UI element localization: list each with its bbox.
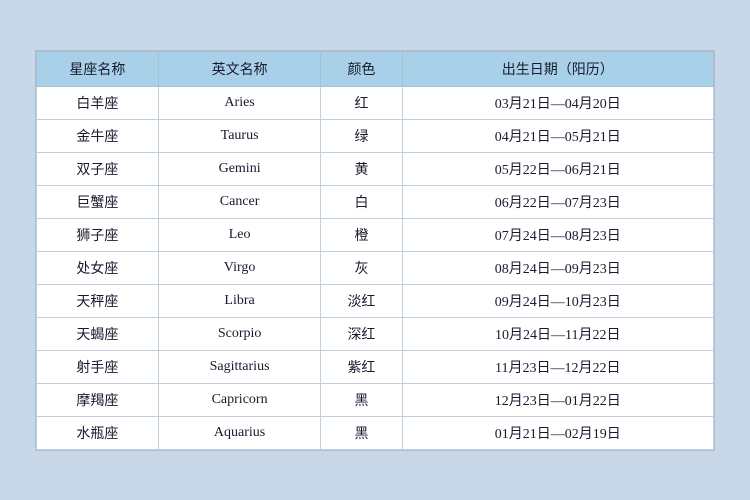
table-row: 处女座Virgo灰08月24日—09月23日: [37, 251, 714, 284]
cell-english: Scorpio: [158, 317, 320, 350]
cell-chinese: 水瓶座: [37, 416, 159, 449]
cell-date: 06月22日—07月23日: [402, 185, 713, 218]
cell-color: 黄: [321, 152, 402, 185]
cell-english: Gemini: [158, 152, 320, 185]
cell-chinese: 处女座: [37, 251, 159, 284]
cell-date: 12月23日—01月22日: [402, 383, 713, 416]
cell-english: Aquarius: [158, 416, 320, 449]
cell-color: 紫红: [321, 350, 402, 383]
table-row: 狮子座Leo橙07月24日—08月23日: [37, 218, 714, 251]
cell-date: 05月22日—06月21日: [402, 152, 713, 185]
cell-english: Sagittarius: [158, 350, 320, 383]
cell-color: 淡红: [321, 284, 402, 317]
cell-english: Taurus: [158, 119, 320, 152]
cell-chinese: 巨蟹座: [37, 185, 159, 218]
table-row: 天蝎座Scorpio深红10月24日—11月22日: [37, 317, 714, 350]
table-row: 双子座Gemini黄05月22日—06月21日: [37, 152, 714, 185]
table-row: 白羊座Aries红03月21日—04月20日: [37, 86, 714, 119]
cell-color: 黑: [321, 383, 402, 416]
header-chinese: 星座名称: [37, 51, 159, 86]
cell-date: 11月23日—12月22日: [402, 350, 713, 383]
table-row: 天秤座Libra淡红09月24日—10月23日: [37, 284, 714, 317]
cell-chinese: 狮子座: [37, 218, 159, 251]
table-row: 巨蟹座Cancer白06月22日—07月23日: [37, 185, 714, 218]
cell-date: 10月24日—11月22日: [402, 317, 713, 350]
cell-date: 04月21日—05月21日: [402, 119, 713, 152]
table-row: 水瓶座Aquarius黑01月21日—02月19日: [37, 416, 714, 449]
cell-color: 黑: [321, 416, 402, 449]
table-row: 射手座Sagittarius紫红11月23日—12月22日: [37, 350, 714, 383]
cell-date: 01月21日—02月19日: [402, 416, 713, 449]
cell-color: 橙: [321, 218, 402, 251]
cell-date: 03月21日—04月20日: [402, 86, 713, 119]
cell-date: 08月24日—09月23日: [402, 251, 713, 284]
cell-color: 白: [321, 185, 402, 218]
cell-chinese: 天秤座: [37, 284, 159, 317]
table-row: 摩羯座Capricorn黑12月23日—01月22日: [37, 383, 714, 416]
cell-date: 09月24日—10月23日: [402, 284, 713, 317]
table-header-row: 星座名称 英文名称 颜色 出生日期（阳历）: [37, 51, 714, 86]
cell-english: Cancer: [158, 185, 320, 218]
cell-date: 07月24日—08月23日: [402, 218, 713, 251]
cell-chinese: 金牛座: [37, 119, 159, 152]
header-color: 颜色: [321, 51, 402, 86]
cell-chinese: 白羊座: [37, 86, 159, 119]
cell-english: Leo: [158, 218, 320, 251]
cell-chinese: 摩羯座: [37, 383, 159, 416]
cell-color: 红: [321, 86, 402, 119]
header-date: 出生日期（阳历）: [402, 51, 713, 86]
cell-english: Libra: [158, 284, 320, 317]
cell-chinese: 天蝎座: [37, 317, 159, 350]
zodiac-table-container: 星座名称 英文名称 颜色 出生日期（阳历） 白羊座Aries红03月21日—04…: [35, 50, 715, 451]
zodiac-table: 星座名称 英文名称 颜色 出生日期（阳历） 白羊座Aries红03月21日—04…: [36, 51, 714, 450]
table-row: 金牛座Taurus绿04月21日—05月21日: [37, 119, 714, 152]
cell-english: Virgo: [158, 251, 320, 284]
cell-english: Capricorn: [158, 383, 320, 416]
header-english: 英文名称: [158, 51, 320, 86]
cell-english: Aries: [158, 86, 320, 119]
cell-color: 灰: [321, 251, 402, 284]
table-body: 白羊座Aries红03月21日—04月20日金牛座Taurus绿04月21日—0…: [37, 86, 714, 449]
cell-color: 深红: [321, 317, 402, 350]
cell-chinese: 双子座: [37, 152, 159, 185]
cell-color: 绿: [321, 119, 402, 152]
cell-chinese: 射手座: [37, 350, 159, 383]
